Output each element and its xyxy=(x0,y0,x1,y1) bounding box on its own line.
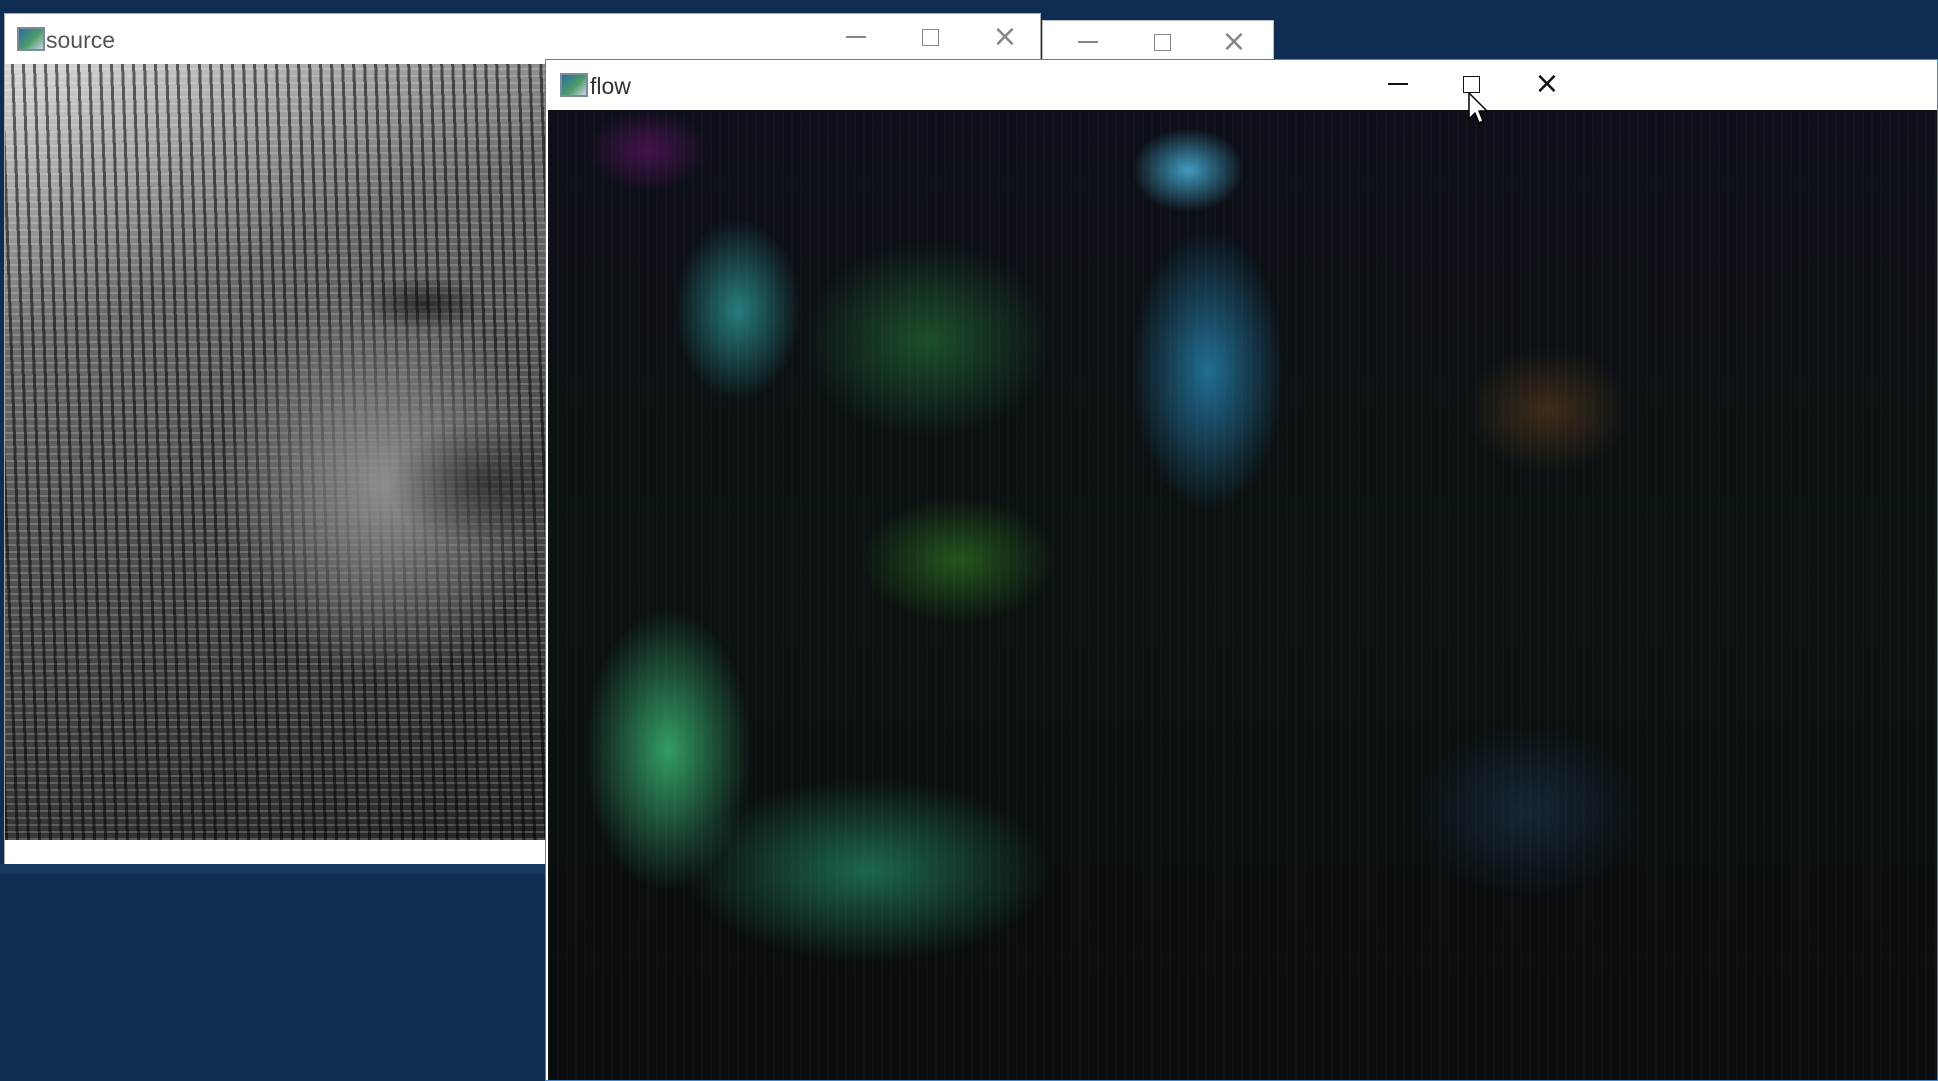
flow-window[interactable]: flow × xyxy=(545,59,1938,1081)
close-icon: × xyxy=(1221,24,1247,59)
maximize-icon xyxy=(1153,33,1171,51)
close-icon: × xyxy=(1534,66,1560,101)
app-window-icon xyxy=(17,27,45,51)
minimize-icon xyxy=(1388,83,1408,85)
maximize-icon xyxy=(921,28,939,46)
mouse-cursor-icon xyxy=(1468,92,1488,124)
flow-close-button[interactable]: × xyxy=(1502,60,1592,108)
app-window-icon xyxy=(560,73,588,97)
source-window-titlebar[interactable]: source × xyxy=(5,14,1040,64)
hidden-close-button[interactable]: × xyxy=(1193,21,1275,63)
maximize-icon xyxy=(1462,75,1480,93)
minimize-icon xyxy=(846,36,866,38)
flow-window-titlebar[interactable]: flow × xyxy=(546,60,1937,110)
taskbar-edge xyxy=(0,864,545,874)
minimize-icon xyxy=(1078,41,1098,43)
hidden-window[interactable]: × xyxy=(1042,20,1274,63)
close-icon: × xyxy=(992,19,1018,54)
hidden-window-titlebar[interactable]: × xyxy=(1043,21,1273,63)
window-title: flow xyxy=(590,73,631,99)
source-close-button[interactable]: × xyxy=(960,14,1050,60)
optical-flow-image xyxy=(548,110,1937,1080)
window-title: source xyxy=(46,27,116,53)
flow-image-area xyxy=(548,110,1937,1080)
